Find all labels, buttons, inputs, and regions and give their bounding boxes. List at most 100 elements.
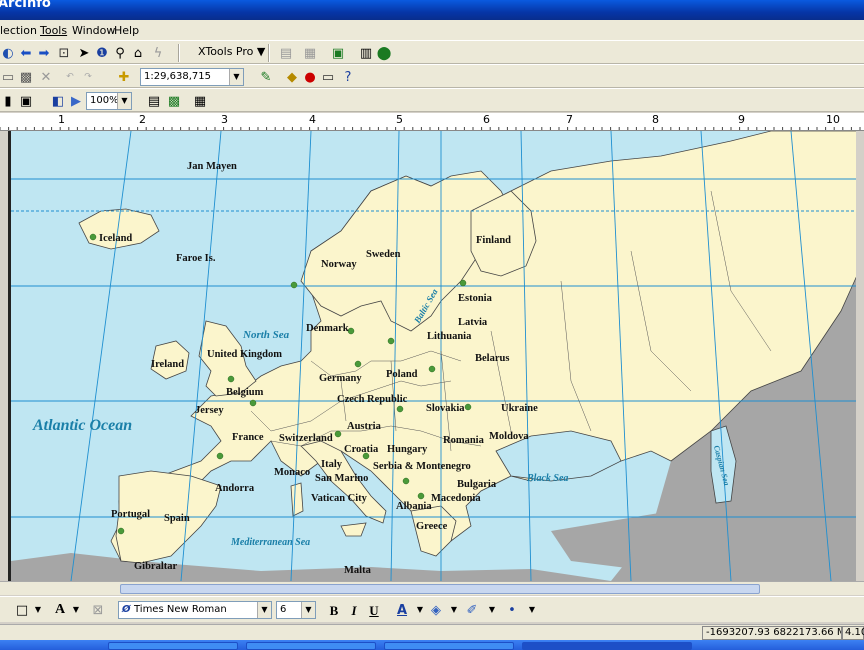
label-monaco: Monaco [274,467,311,478]
font-size-value: 6 [280,604,287,615]
data-view-icon[interactable]: ▣ [18,93,34,109]
taskbar-button[interactable] [108,642,238,650]
font-size-combo[interactable]: 6 ▼ [276,601,316,619]
toolbox-icon[interactable]: ▥ [358,45,374,61]
chevron-down-icon[interactable]: ▼ [68,602,84,618]
chevron-down-icon[interactable]: ▼ [117,93,131,109]
toggle-draft-icon[interactable]: ▤ [146,93,162,109]
label-switzerland: Switzerland [279,433,333,444]
underline-button[interactable]: U [366,602,382,618]
chevron-down-icon[interactable]: ▼ [257,602,271,618]
chevron-down-icon[interactable]: ▼ [484,602,500,618]
taskbar-button[interactable] [246,642,376,650]
label-denmark: Denmark [306,323,349,334]
chevron-down-icon[interactable]: ▼ [524,602,540,618]
marker-color-icon[interactable]: • [504,602,520,618]
ruler-tick-4: 4 [309,113,316,126]
label-bulgaria: Bulgaria [457,479,497,490]
layout-view-icon[interactable]: ▮ [0,93,16,109]
select-features-icon[interactable]: ⊡ [56,45,72,61]
hyperlink-lightning-icon[interactable]: ϟ [150,45,166,61]
label-poland: Poland [386,369,418,380]
change-layout-icon[interactable]: ▦ [192,93,208,109]
line-color-icon[interactable]: ✐ [464,602,480,618]
grid-icon[interactable]: ▦ [302,45,318,61]
taskbar-button-active[interactable] [522,642,692,650]
undo-icon[interactable]: ↶ [62,69,78,85]
delete-icon[interactable]: ✕ [38,69,54,85]
title-bar: ArcInfo [0,0,864,20]
horizontal-scrollbar[interactable] [0,581,864,595]
label-north-sea: North Sea [243,329,290,341]
label-greece: Greece [416,521,448,532]
new-rectangle-icon[interactable]: □ [14,602,30,618]
arctoolbox-icon[interactable]: ◆ [284,69,300,85]
label-croatia: Croatia [344,444,379,455]
africa-region [11,553,611,581]
copy-icon[interactable]: ▭ [0,69,16,85]
taskbar [0,640,864,650]
zoom-in-icon[interactable]: ◐ [0,45,16,61]
pointer-icon[interactable]: ➤ [76,45,92,61]
measure-icon[interactable]: ⌂ [130,45,146,61]
xtools-pro-menu[interactable]: XTools Pro ▼ [198,45,265,58]
find-binoculars-icon[interactable]: ⚲ [112,45,128,61]
menu-help[interactable]: Help [114,24,139,37]
chevron-down-icon[interactable]: ▼ [446,602,462,618]
label-italy: Italy [321,459,342,470]
label-germany: Germany [319,373,362,384]
font-name-value: Times New Roman [133,604,227,615]
coordinate-readout: -1693207.93 6822173.66 Meters [702,626,842,640]
corsica-sardinia [290,482,304,517]
forward-arrow-icon[interactable]: ➡ [36,45,52,61]
chevron-down-icon[interactable]: ▼ [412,602,428,618]
label-portugal: Portugal [111,509,151,520]
python-icon[interactable]: ● [302,69,318,85]
toolbar-separator [268,44,270,62]
info-green-icon[interactable]: ⬤ [376,45,392,61]
status-bar: -1693207.93 6822173.66 Meters 4.10 [0,624,864,640]
ruler-tick-1: 1 [58,113,65,126]
font-name-combo[interactable]: Ø Times New Roman ▼ [118,601,272,619]
zoom-percent-combo[interactable]: 100% ▼ [86,92,132,110]
bold-button[interactable]: B [326,602,342,618]
label-latvia: Latvia [458,317,488,328]
text-tool-icon[interactable]: A [52,602,68,618]
taskbar-button[interactable] [384,642,514,650]
menu-tools[interactable]: Tools [40,24,67,37]
map-canvas[interactable]: Jan Mayen Iceland Faroe Is. Norway Swede… [8,131,856,581]
label-jersey: Jersey [195,405,224,416]
chevron-down-icon[interactable]: ▼ [229,69,243,85]
focus-frame-icon[interactable]: ▩ [166,93,182,109]
help-pointer-icon[interactable]: ? [340,69,356,85]
back-arrow-icon[interactable]: ⬅ [18,45,34,61]
label-serbia: Serbia & Montenegro [373,461,471,472]
table-icon[interactable]: ▤ [278,45,294,61]
scrollbar-thumb[interactable] [120,584,760,594]
catalog-icon[interactable]: ▣ [330,45,346,61]
page-scale-readout: 4.10 [842,626,864,640]
identify-icon[interactable]: ❶ [94,45,110,61]
editor-icon[interactable]: ✎ [258,69,274,85]
ruler-ticks [0,127,861,130]
label-gibraltar: Gibraltar [134,561,178,572]
menu-selection[interactable]: lection [0,24,37,37]
map-scale-combo[interactable]: 1:29,638,715 ▼ [140,68,244,86]
horizontal-ruler: 1 2 3 4 5 6 7 8 9 10 [0,113,864,131]
redo-icon[interactable]: ↷ [80,69,96,85]
ruler-tick-6: 6 [483,113,490,126]
pan-page-icon[interactable]: ▶ [68,93,84,109]
paste-icon[interactable]: ▩ [18,69,34,85]
menu-window[interactable]: Window [72,24,115,37]
zoom-page-icon[interactable]: ◧ [50,93,66,109]
font-color-button[interactable]: A [394,602,410,618]
label-norway: Norway [321,259,357,270]
fill-bucket-icon[interactable]: ◈ [428,602,444,618]
add-data-icon[interactable]: ✚ [116,69,132,85]
edit-vertices-icon[interactable]: ⊠ [90,602,106,618]
chevron-down-icon[interactable]: ▼ [30,602,46,618]
italic-button[interactable]: I [346,602,362,618]
ruler-tick-9: 9 [738,113,745,126]
window-icon[interactable]: ▭ [320,69,336,85]
chevron-down-icon[interactable]: ▼ [301,602,315,618]
